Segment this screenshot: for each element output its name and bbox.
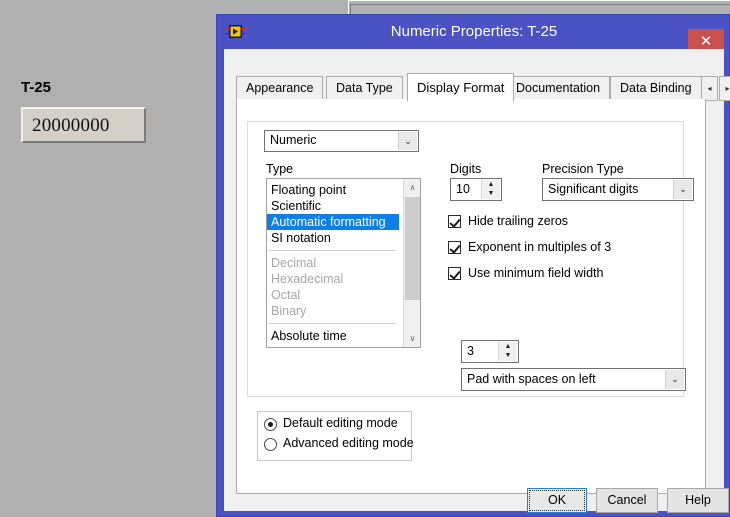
- numeric-control-value[interactable]: 20000000: [32, 115, 110, 137]
- radio-label: Default editing mode: [283, 416, 398, 430]
- tabstrip: Appearance Data Type Display Format Docu…: [236, 73, 730, 102]
- ok-button[interactable]: OK: [527, 488, 587, 513]
- tab-appearance[interactable]: Appearance: [236, 76, 324, 101]
- focus-ring: [529, 490, 585, 511]
- spinner-down-icon[interactable]: ▼: [499, 351, 517, 361]
- dialog-titlebar[interactable]: Numeric Properties: T-25 ✕: [217, 15, 730, 54]
- list-item[interactable]: Scientific: [267, 198, 402, 214]
- list-item-selected[interactable]: Automatic formatting: [267, 214, 399, 230]
- list-item: Octal: [271, 288, 301, 302]
- tab-scroll-left-icon[interactable]: ◂: [701, 76, 718, 101]
- list-divider: [269, 323, 396, 324]
- type-listbox[interactable]: Floating point Scientific Automatic form…: [266, 178, 421, 348]
- format-select-value: Numeric: [270, 133, 317, 147]
- digits-spin-buttons[interactable]: ▲ ▼: [481, 180, 500, 199]
- checkbox-icon[interactable]: [448, 267, 461, 280]
- checkbox-icon[interactable]: [448, 241, 461, 254]
- dialog-body: Appearance Data Type Display Format Docu…: [224, 49, 730, 513]
- numeric-control[interactable]: 20000000: [21, 107, 146, 143]
- scrollbar-thumb[interactable]: [405, 197, 420, 300]
- tab-data-binding[interactable]: Data Binding: [610, 76, 702, 101]
- list-item[interactable]: SI notation: [267, 230, 402, 246]
- radio-icon[interactable]: [264, 438, 277, 451]
- tab-scroll-right-icon[interactable]: ▸: [719, 76, 730, 101]
- checkbox-label: Hide trailing zeros: [468, 214, 569, 228]
- list-item: Binary: [271, 304, 307, 318]
- scroll-down-icon[interactable]: ∨: [404, 330, 420, 347]
- precision-type-label: Precision Type: [542, 162, 624, 176]
- numeric-control-label: T-25: [21, 79, 52, 96]
- digits-label: Digits: [450, 162, 482, 176]
- type-label: Type: [266, 162, 294, 176]
- chevron-down-icon[interactable]: ⌄: [665, 370, 684, 389]
- precision-type-value: Significant digits: [548, 182, 639, 196]
- field-width-stepper[interactable]: 3 ▲ ▼: [461, 340, 519, 363]
- background-window-edge-inner: [350, 4, 730, 14]
- editing-mode-group: Default editing mode Advanced editing mo…: [257, 411, 414, 461]
- format-select[interactable]: Numeric ⌄: [264, 130, 419, 152]
- list-item: Decimal: [271, 256, 317, 270]
- numeric-properties-dialog: Numeric Properties: T-25 ✕ Appearance Da…: [216, 14, 730, 517]
- spinner-down-icon[interactable]: ▼: [482, 189, 500, 199]
- list-item[interactable]: Absolute time: [267, 328, 402, 344]
- padding-value: Pad with spaces on left: [467, 372, 596, 386]
- scroll-up-icon[interactable]: ∧: [404, 179, 420, 196]
- digits-stepper[interactable]: 10 ▲ ▼: [450, 178, 502, 201]
- dialog-title: Numeric Properties: T-25: [390, 23, 558, 40]
- padding-select[interactable]: Pad with spaces on left ⌄: [461, 368, 686, 391]
- tab-documentation[interactable]: Documentation: [506, 76, 611, 101]
- field-width-spin-buttons[interactable]: ▲ ▼: [498, 342, 517, 361]
- list-item: Hexadecimal: [271, 272, 344, 286]
- checkbox-icon[interactable]: [448, 215, 461, 228]
- background-window-edge: [348, 0, 730, 14]
- tab-data-type[interactable]: Data Type: [326, 76, 403, 101]
- tab-display-format[interactable]: Display Format: [407, 73, 515, 102]
- precision-type-select[interactable]: Significant digits ⌄: [542, 178, 694, 201]
- help-button[interactable]: Help: [667, 488, 729, 513]
- chevron-down-icon[interactable]: ⌄: [673, 180, 692, 199]
- radio-label: Advanced editing mode: [283, 436, 414, 450]
- format-groupbox: Numeric ⌄ Type Floating point Scientific…: [247, 121, 694, 397]
- radio-icon[interactable]: [264, 418, 277, 431]
- digits-value[interactable]: 10: [456, 182, 470, 196]
- list-item[interactable]: Floating point: [267, 182, 402, 198]
- listbox-scrollbar[interactable]: ∧ ∨: [403, 179, 420, 347]
- field-width-value[interactable]: 3: [467, 344, 474, 358]
- checkbox-label: Use minimum field width: [468, 266, 604, 280]
- list-divider: [269, 250, 396, 251]
- display-format-tab-page: Numeric ⌄ Type Floating point Scientific…: [236, 99, 706, 494]
- chevron-down-icon[interactable]: ⌄: [398, 132, 417, 150]
- checkbox-label: Exponent in multiples of 3: [468, 240, 612, 254]
- cancel-button[interactable]: Cancel: [596, 488, 658, 513]
